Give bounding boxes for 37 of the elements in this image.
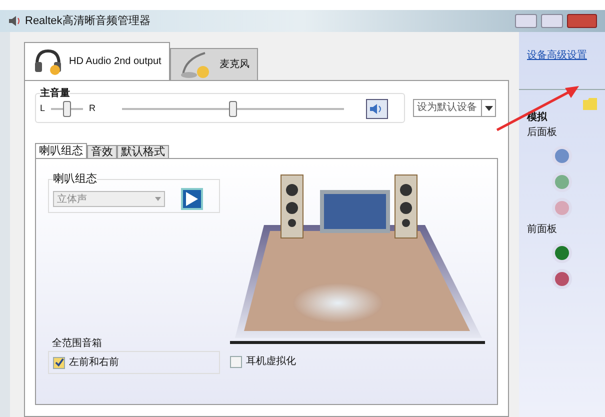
checkbox-label: 耳机虚拟化 bbox=[246, 354, 296, 369]
caret-icon bbox=[155, 197, 161, 201]
minimize-button[interactable] bbox=[515, 14, 537, 28]
right-label: R bbox=[89, 102, 96, 116]
window-title: Realtek高清晰音频管理器 bbox=[25, 14, 150, 29]
folder-icon bbox=[583, 98, 597, 110]
device-tab[interactable]: 麦克风 bbox=[170, 48, 258, 80]
device-tab[interactable]: HD Audio 2nd output bbox=[24, 42, 170, 80]
headphones-icon bbox=[33, 48, 63, 76]
full-range-label: 全范围音箱 bbox=[51, 336, 103, 351]
slider-thumb[interactable] bbox=[63, 101, 72, 117]
audio-jack[interactable] bbox=[552, 269, 572, 289]
balance-slider[interactable] bbox=[51, 101, 84, 117]
advanced-settings-link[interactable]: 设备高级设置 bbox=[527, 48, 597, 63]
volume-label: 主音量 bbox=[40, 88, 70, 99]
checkbox[interactable] bbox=[53, 356, 65, 368]
play-button[interactable] bbox=[181, 188, 203, 210]
group-label: 喇叭组态 bbox=[53, 174, 97, 185]
tab[interactable]: 默认格式 bbox=[117, 145, 169, 158]
caret-icon bbox=[484, 106, 492, 110]
audio-jack[interactable] bbox=[552, 146, 572, 166]
left-label: L bbox=[40, 102, 46, 116]
speaker-icon bbox=[8, 15, 21, 27]
tab[interactable]: 音效 bbox=[87, 145, 117, 158]
mute-button[interactable] bbox=[366, 99, 388, 119]
panel-label: 后面板 bbox=[527, 126, 558, 140]
tab[interactable]: 喇叭组态 bbox=[35, 143, 87, 158]
play-icon bbox=[186, 192, 198, 206]
audio-jack[interactable] bbox=[552, 243, 572, 263]
checkbox-label: 左前和右前 bbox=[69, 356, 119, 370]
volume-slider[interactable] bbox=[122, 101, 344, 117]
panel-label: 前面板 bbox=[527, 222, 558, 237]
maximize-button[interactable] bbox=[541, 14, 563, 28]
checkmark-icon bbox=[54, 358, 64, 367]
checkbox[interactable] bbox=[230, 356, 242, 368]
default-device-dropdown[interactable]: 设为默认设备 bbox=[413, 99, 496, 117]
slider-thumb[interactable] bbox=[228, 101, 237, 117]
